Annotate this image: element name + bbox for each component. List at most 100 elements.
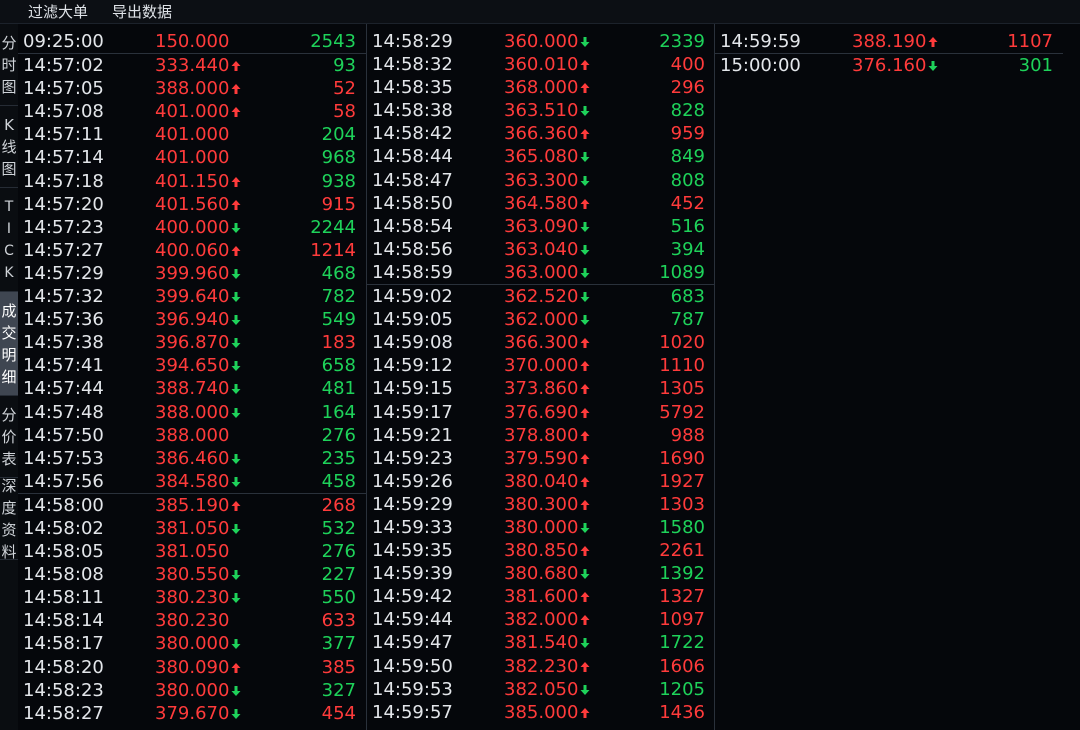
sidebar-tab-char: K [4,264,14,281]
sidebar-tab-char: 度 [1,498,17,517]
trade-volume: 2261 [659,540,705,562]
trade-volume: 1327 [659,586,705,608]
sidebar-tab-char: 图 [1,159,17,178]
trade-price-cell: 366.360 [504,122,590,145]
arrow-down-icon [580,175,590,186]
filter-large-orders-button[interactable]: 过滤大单 [28,2,88,22]
trade-time: 14:58:56 [372,238,453,260]
sidebar-tab-kline-chart[interactable]: K线图 [0,106,18,188]
trade-price-cell: 388.000 [155,401,241,424]
trade-column-2: 14:58:29 360.000 2339 14:58:32 360.010 400 14:… [367,30,715,724]
trade-time: 14:58:05 [23,541,104,563]
trade-price: 379.590 [504,447,579,469]
trade-row: 14:57:11 401.000 204 [18,123,366,146]
trade-volume: 385 [321,656,356,678]
trade-volume: 1020 [659,332,705,354]
arrow-up-icon [580,198,590,209]
trade-price-cell: 363.000 [504,261,590,284]
trade-volume: 468 [321,262,356,284]
trade-row: 14:57:23 400.000 2244 [18,216,366,239]
trade-time: 14:58:32 [372,54,453,76]
arrow-down-icon [580,106,590,117]
sidebar-tab-tick[interactable]: TICK [0,188,18,292]
trade-time: 14:57:02 [23,55,104,77]
arrow-up-icon [580,60,590,71]
trade-row: 14:59:21 378.800 988 [367,424,715,447]
trade-time: 14:57:32 [23,286,104,308]
trade-price: 399.960 [155,262,230,284]
sidebar-tab-char: T [4,198,14,215]
trade-volume: 1606 [659,655,705,677]
trade-row: 14:57:53 386.460 235 [18,447,366,470]
sidebar-tab-char: 深 [1,476,17,495]
trade-price: 364.580 [504,192,579,214]
arrow-down-icon [231,570,241,581]
trade-price: 380.000 [155,679,230,701]
trade-price-cell: 382.230 [504,655,590,678]
trade-price: 388.190 [852,31,927,52]
trade-volume: 1436 [659,701,705,723]
trade-row: 14:57:32 399.640 782 [18,285,366,308]
trade-row: 14:59:02 362.520 683 [367,284,715,308]
trade-price: 380.300 [504,493,579,515]
arrow-down-icon [580,292,590,303]
trade-time: 15:00:00 [720,55,801,77]
trade-row: 14:59:05 362.000 787 [367,308,715,331]
trade-time: 14:59:59 [720,31,801,52]
trade-time: 14:57:48 [23,401,104,423]
trade-time: 14:58:14 [23,610,104,632]
trade-price-cell: 380.680 [504,562,590,585]
trade-volume: 988 [670,424,705,446]
trade-volume: 276 [321,424,356,446]
trade-price-cell: 380.230 [155,609,229,632]
trade-price: 363.300 [504,169,579,191]
trade-price-cell: 368.000 [504,76,590,99]
trade-volume: 296 [670,77,705,99]
sidebar-tab-trade-details[interactable]: 成交明细 [0,292,18,396]
sidebar-tab-intraday-chart[interactable]: 分时图 [0,24,18,106]
trade-price-cell: 150.000 [155,30,229,53]
trade-row: 14:58:42 366.360 959 [367,122,715,145]
arrow-down-icon [231,523,241,534]
trade-price-cell: 362.000 [504,308,590,331]
trade-row: 14:59:57 385.000 1436 [367,701,715,724]
trade-price-cell: 363.090 [504,215,590,238]
trade-price: 401.000 [155,124,230,146]
trade-price-cell: 381.050 [155,540,229,563]
trade-price: 380.850 [504,540,579,562]
trade-row: 14:58:02 381.050 532 [18,517,366,540]
arrow-up-icon [231,107,241,118]
trade-price: 380.230 [155,587,230,609]
trade-time: 14:57:38 [23,332,104,354]
trade-volume: 394 [670,238,705,260]
trade-volume: 1690 [659,447,705,469]
arrow-down-icon [231,639,241,650]
sidebar-tab-char: 表 [1,449,17,468]
trade-price-cell: 363.040 [504,238,590,261]
trade-row: 14:58:32 360.010 400 [367,53,715,76]
arrow-up-icon [580,615,590,626]
sidebar-tab-char: K [4,115,14,134]
trade-price: 380.680 [504,563,579,585]
trade-price: 401.000 [155,147,230,169]
trade-price-cell: 380.000 [155,632,241,655]
arrow-down-icon [580,267,590,278]
trade-price-cell: 376.160 [852,54,938,77]
trade-row: 14:57:44 388.740 481 [18,377,366,400]
trade-price-cell: 396.870 [155,331,241,354]
trade-price: 388.000 [155,424,230,446]
trade-price-cell: 363.300 [504,169,590,192]
sidebar-tab-price-distribution[interactable]: 分价表 [0,396,18,478]
trade-volume: 550 [321,587,356,609]
trade-price: 362.000 [504,309,579,331]
sidebar-tab-depth-info[interactable]: 深度资料 [0,476,18,561]
trade-row: 14:58:50 364.580 452 [367,192,715,215]
trade-row: 14:59:26 380.040 1927 [367,470,715,493]
trade-row: 14:57:14 401.000 968 [18,146,366,169]
export-data-button[interactable]: 导出数据 [112,2,172,22]
trade-time: 14:59:21 [372,424,453,446]
trade-volume: 235 [321,447,356,469]
trade-row: 14:58:14 380.230 633 [18,609,366,632]
trade-price: 394.650 [155,355,230,377]
trade-row: 14:58:11 380.230 550 [18,586,366,609]
